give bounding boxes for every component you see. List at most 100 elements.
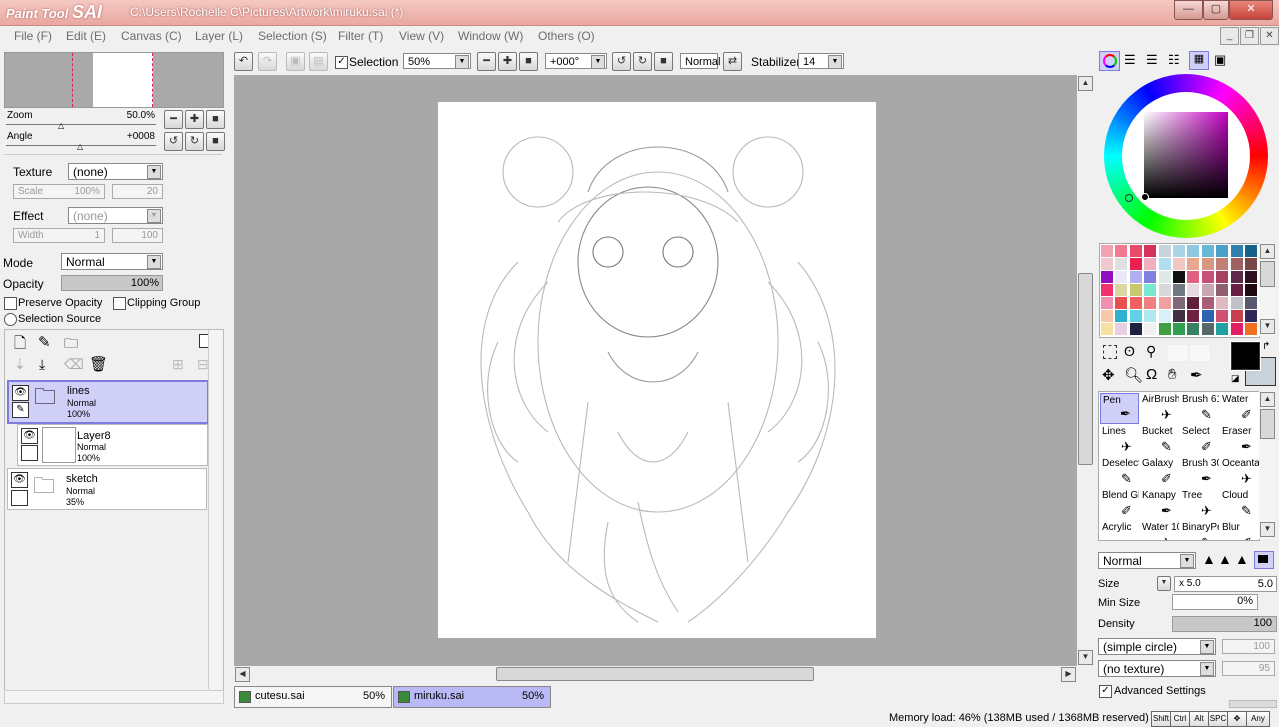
document-tab-cutesu[interactable]: cutesu.sai 50% — [234, 686, 392, 708]
move-tool-icon[interactable]: ✥ — [1102, 366, 1115, 384]
brush-tool-item[interactable]: Oceanta ✈ — [1220, 457, 1259, 488]
rotate-right-button[interactable]: ↻ — [633, 52, 652, 71]
color-swatch[interactable] — [1201, 297, 1214, 309]
color-swatch[interactable] — [1187, 310, 1200, 322]
scroll-up-icon[interactable]: ▲ — [1078, 76, 1093, 91]
color-swatch[interactable] — [1173, 271, 1185, 283]
color-swatch[interactable] — [1101, 258, 1113, 270]
maximize-button[interactable]: ▢ — [1203, 0, 1229, 20]
menu-selection[interactable]: Selection (S) — [258, 29, 327, 43]
color-swatch[interactable] — [1129, 245, 1142, 257]
effect-combo[interactable]: (none) ▼ — [68, 207, 163, 224]
brush-tool-item[interactable]: BinaryPe ✎ — [1180, 521, 1219, 540]
brush-tool-item[interactable]: Deselect ✎ — [1100, 457, 1139, 488]
canvas-vscroll-thumb[interactable] — [1078, 273, 1093, 465]
nav-zoom-in-button[interactable]: ✚ — [185, 110, 204, 129]
layer-panel-hscrollbar[interactable] — [4, 690, 224, 704]
zoom-reset-button[interactable]: ■ — [519, 52, 538, 71]
layer-item-sketch[interactable]: 👁 🗀 sketch Normal 35% — [7, 468, 207, 510]
saturation-value-square[interactable] — [1144, 112, 1228, 198]
brush-blend-mode-combo[interactable]: Normal ▼ — [1098, 552, 1196, 569]
color-swatch[interactable] — [1158, 284, 1171, 296]
color-swatch[interactable] — [1173, 284, 1185, 296]
color-swatch[interactable] — [1216, 258, 1229, 270]
color-swatch[interactable] — [1216, 323, 1229, 335]
color-swatch[interactable] — [1129, 323, 1142, 335]
flip-button[interactable]: ⇄ — [723, 52, 742, 71]
eye-icon[interactable]: 👁 — [21, 428, 38, 444]
tool-scroll-thumb[interactable] — [1260, 409, 1275, 439]
new-folder-icon[interactable]: 🗀 — [64, 333, 78, 357]
color-swatch[interactable] — [1158, 258, 1171, 270]
color-swatch[interactable] — [1201, 323, 1214, 335]
color-swatch[interactable] — [1144, 323, 1157, 335]
color-swatch[interactable] — [1129, 271, 1142, 283]
brush-lock-icon[interactable]: ✎ — [12, 402, 29, 418]
color-swatch[interactable] — [1173, 258, 1185, 270]
color-swatch[interactable] — [1115, 284, 1128, 296]
preserve-opacity-checkbox[interactable] — [4, 297, 17, 310]
brush-lock-icon[interactable] — [21, 445, 38, 461]
color-swatch[interactable] — [1230, 284, 1243, 296]
color-swatch[interactable] — [1158, 297, 1171, 309]
color-swatch[interactable] — [1187, 297, 1200, 309]
rotate-reset-button[interactable]: ■ — [654, 52, 673, 71]
delete-mask-icon[interactable]: ⊟ — [197, 356, 209, 373]
brush-tool-item[interactable]: Blur✐ — [1220, 521, 1259, 540]
brush-shape-combo[interactable]: (simple circle) ▼ — [1098, 638, 1216, 655]
color-swatch[interactable] — [1101, 310, 1113, 322]
color-swatch[interactable] — [1101, 271, 1113, 283]
invert-selection-button[interactable]: ▤ — [309, 52, 328, 71]
color-swatch[interactable] — [1245, 310, 1257, 322]
nav-rotate-left-button[interactable]: ↺ — [164, 132, 183, 151]
color-swatch[interactable] — [1173, 297, 1185, 309]
size-preset-dropdown[interactable]: ▼ — [1157, 576, 1171, 591]
lasso-tool-icon[interactable]: ʘ — [1124, 343, 1135, 359]
color-swatch[interactable] — [1173, 323, 1185, 335]
scroll-down-icon[interactable]: ▼ — [1260, 522, 1275, 537]
color-swatch[interactable] — [1201, 310, 1214, 322]
brush-shape-hard-icon[interactable]: ▲ — [1202, 552, 1216, 566]
color-swatch[interactable] — [1216, 297, 1229, 309]
color-swatch[interactable] — [1115, 323, 1128, 335]
brush-tool-item[interactable]: Water ✐ — [1220, 393, 1259, 424]
color-swatch[interactable] — [1173, 310, 1185, 322]
zoom-out-button[interactable]: ━ — [477, 52, 496, 71]
brush-shape-soft-icon[interactable]: ▲ — [1235, 552, 1249, 566]
navigator-preview[interactable] — [4, 52, 224, 108]
color-swatch[interactable] — [1129, 284, 1142, 296]
color-swatch[interactable] — [1245, 297, 1257, 309]
color-swatch[interactable] — [1245, 258, 1257, 270]
swap-colors-icon[interactable]: ↱ — [1262, 341, 1270, 352]
redo-button[interactable]: ↷ — [258, 52, 277, 71]
brush-tool-item[interactable]: Brush 61 ✎ — [1180, 393, 1219, 424]
brush-tool-item[interactable]: AirBrush ✈ — [1140, 393, 1179, 424]
color-swatch[interactable] — [1187, 284, 1200, 296]
color-swatch[interactable] — [1115, 258, 1128, 270]
color-picker-cursor[interactable] — [1141, 193, 1149, 201]
color-swatch[interactable] — [1101, 297, 1113, 309]
brush-tool-item[interactable]: Bucket ✎ — [1140, 425, 1179, 456]
deselect-button[interactable]: ▣ — [286, 52, 305, 71]
transparent-color-icon[interactable]: ◪ — [1231, 373, 1240, 384]
right-panel-resize-handle[interactable] — [1229, 700, 1277, 708]
zoom-slider[interactable]: Zoom 50.0% △ — [6, 110, 156, 130]
minimize-button[interactable]: — — [1174, 0, 1203, 20]
brush-tool-item[interactable]: Cloud ✎ — [1220, 489, 1259, 520]
menu-others[interactable]: Others (O) — [538, 29, 595, 43]
brush-tool-item[interactable]: Water 10 ✈ — [1140, 521, 1179, 540]
menu-layer[interactable]: Layer (L) — [195, 29, 243, 43]
swatch-mode-button[interactable]: ▦ — [1189, 51, 1209, 70]
color-swatch[interactable] — [1230, 271, 1243, 283]
color-swatch[interactable] — [1245, 245, 1257, 257]
color-swatch[interactable] — [1187, 258, 1200, 270]
delete-layer-icon[interactable]: 🗑 — [89, 355, 108, 373]
menu-canvas[interactable]: Canvas (C) — [121, 29, 182, 43]
color-swatch[interactable] — [1201, 284, 1214, 296]
hand-tool-icon[interactable]: ✋︎ — [1168, 366, 1177, 383]
color-swatch[interactable] — [1158, 310, 1171, 322]
scroll-left-icon[interactable]: ◀ — [235, 667, 250, 682]
texture-combo[interactable]: (none) ▼ — [68, 163, 163, 180]
rgb-slider-icon[interactable]: ☰ — [1124, 52, 1136, 68]
clipping-group-checkbox[interactable] — [113, 297, 126, 310]
